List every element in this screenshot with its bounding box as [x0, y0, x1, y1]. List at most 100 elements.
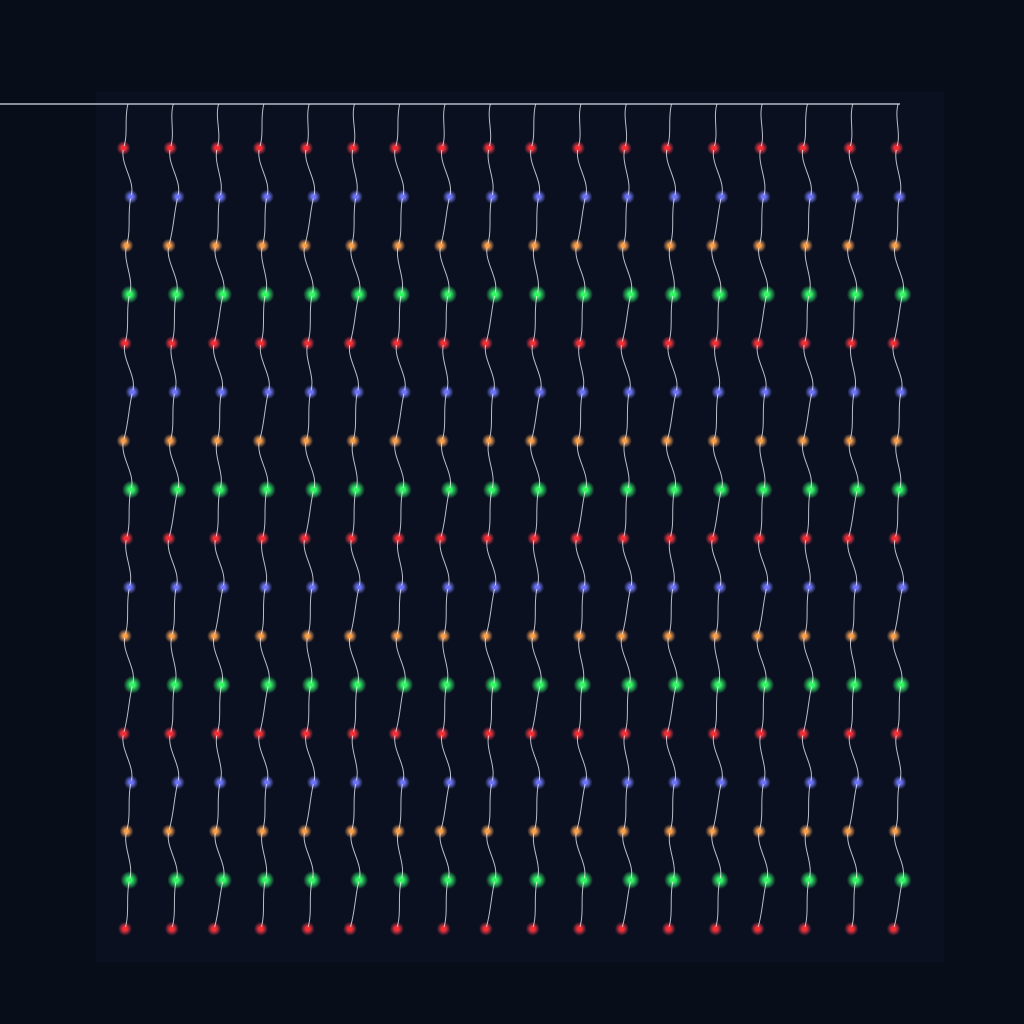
led-bulb-red	[888, 531, 903, 546]
led-bulb-red	[660, 726, 675, 741]
led-bulb-green	[846, 285, 865, 304]
led-bulb-red	[708, 921, 723, 936]
led-bulb-green	[709, 675, 728, 694]
led-bulb-orange	[799, 238, 813, 253]
led-bulb-red	[391, 531, 406, 546]
led-bulb-orange	[708, 629, 723, 643]
led-bulb-red	[389, 336, 404, 351]
led-bulb-red	[525, 921, 540, 936]
led-bulb-green	[120, 871, 139, 889]
led-bulb-orange	[888, 824, 903, 839]
led-bulb-orange	[161, 824, 176, 839]
led-bulb-green	[757, 871, 776, 889]
led-bulb-red	[572, 336, 587, 351]
led-bulb-green	[350, 871, 368, 889]
led-bulb-orange	[524, 433, 539, 448]
led-bulb-red	[478, 921, 493, 936]
led-bulb-orange	[297, 824, 312, 839]
led-bulb-red	[616, 531, 631, 546]
led-bulb-green	[803, 675, 821, 694]
led-bulb-green	[303, 871, 322, 889]
led-bulb-blue	[531, 189, 546, 204]
curtain-light-photo	[0, 0, 1024, 1024]
led-bulb-green	[485, 285, 504, 304]
led-bulb-green	[439, 871, 458, 889]
led-bulb-orange	[161, 238, 176, 253]
led-bulb-red	[118, 336, 132, 351]
led-bulb-orange	[116, 433, 131, 448]
led-bulb-red	[435, 141, 450, 155]
led-bulb-orange	[886, 629, 901, 643]
led-bulb-orange	[889, 433, 904, 448]
led-bulb-orange	[799, 824, 813, 839]
led-bulb-orange	[344, 824, 359, 839]
led-bulb-green	[710, 871, 729, 889]
led-bulb-orange	[844, 629, 859, 643]
led-bulb-green	[439, 285, 458, 304]
led-bulb-blue	[758, 385, 773, 399]
led-bulb-orange	[436, 629, 451, 643]
led-bulb-blue	[892, 189, 907, 204]
led-bulb-blue	[802, 580, 816, 595]
led-bulb-blue	[805, 385, 819, 399]
led-bulb-orange	[208, 238, 223, 253]
led-bulb-blue	[394, 580, 409, 595]
led-bulb-green	[528, 285, 547, 304]
led-bulb-red	[841, 531, 856, 546]
led-bulb-green	[667, 675, 686, 694]
led-bulb-green	[212, 675, 231, 694]
led-bulb-red	[617, 726, 632, 741]
led-bulb-blue	[214, 385, 229, 399]
led-bulb-green	[348, 675, 367, 694]
led-bulb-green	[892, 675, 911, 694]
led-bulb-orange	[888, 238, 903, 253]
led-bulb-red	[252, 141, 267, 155]
led-bulb-blue	[714, 775, 729, 790]
led-bulb-red	[753, 141, 768, 155]
led-bulb-red	[300, 336, 315, 351]
led-bulb-red	[569, 531, 584, 546]
led-bulb-orange	[300, 629, 315, 643]
led-bulb-orange	[705, 824, 720, 839]
led-bulb-blue	[530, 580, 545, 595]
led-bulb-red	[207, 336, 222, 351]
led-bulb-orange	[527, 238, 542, 253]
led-bulb-red	[614, 336, 629, 351]
led-bulb-orange	[705, 238, 720, 253]
led-bulb-red	[750, 921, 765, 936]
led-bulb-red	[527, 531, 542, 546]
led-bulb-green	[664, 871, 683, 889]
led-bulb-green	[214, 871, 233, 889]
led-bulb-blue	[850, 189, 865, 204]
led-bulb-blue	[170, 189, 185, 204]
led-bulb-green	[484, 675, 503, 694]
led-bulb-green	[800, 285, 818, 304]
led-bulb-red	[299, 141, 314, 155]
led-bulb-red	[524, 726, 539, 741]
led-bulb-blue	[350, 385, 365, 399]
led-bulb-red	[208, 531, 223, 546]
led-bulb-red	[660, 141, 675, 155]
led-bulb-orange	[163, 433, 178, 448]
led-bulb-blue	[258, 580, 273, 595]
led-bulb-green	[303, 285, 322, 304]
led-bulb-red	[752, 531, 767, 546]
led-bulb-blue	[169, 580, 184, 595]
led-bulb-blue	[620, 775, 635, 790]
led-bulb-blue	[439, 385, 454, 399]
led-bulb-orange	[208, 824, 223, 839]
led-bulb-green	[621, 285, 640, 304]
led-bulb-blue	[848, 580, 863, 595]
led-bulb-orange	[614, 629, 629, 643]
led-bulb-orange	[207, 629, 222, 643]
led-bulb-red	[796, 141, 810, 155]
led-bulb-red	[796, 726, 810, 741]
led-bulb-red	[343, 921, 357, 936]
led-bulb-blue	[442, 189, 457, 204]
led-bulb-orange	[480, 824, 495, 839]
led-bulb-blue	[122, 580, 137, 595]
led-bulb-orange	[616, 238, 631, 253]
led-bulb-green	[529, 480, 548, 499]
led-bulb-green	[618, 480, 637, 499]
led-bulb-green	[482, 480, 501, 499]
